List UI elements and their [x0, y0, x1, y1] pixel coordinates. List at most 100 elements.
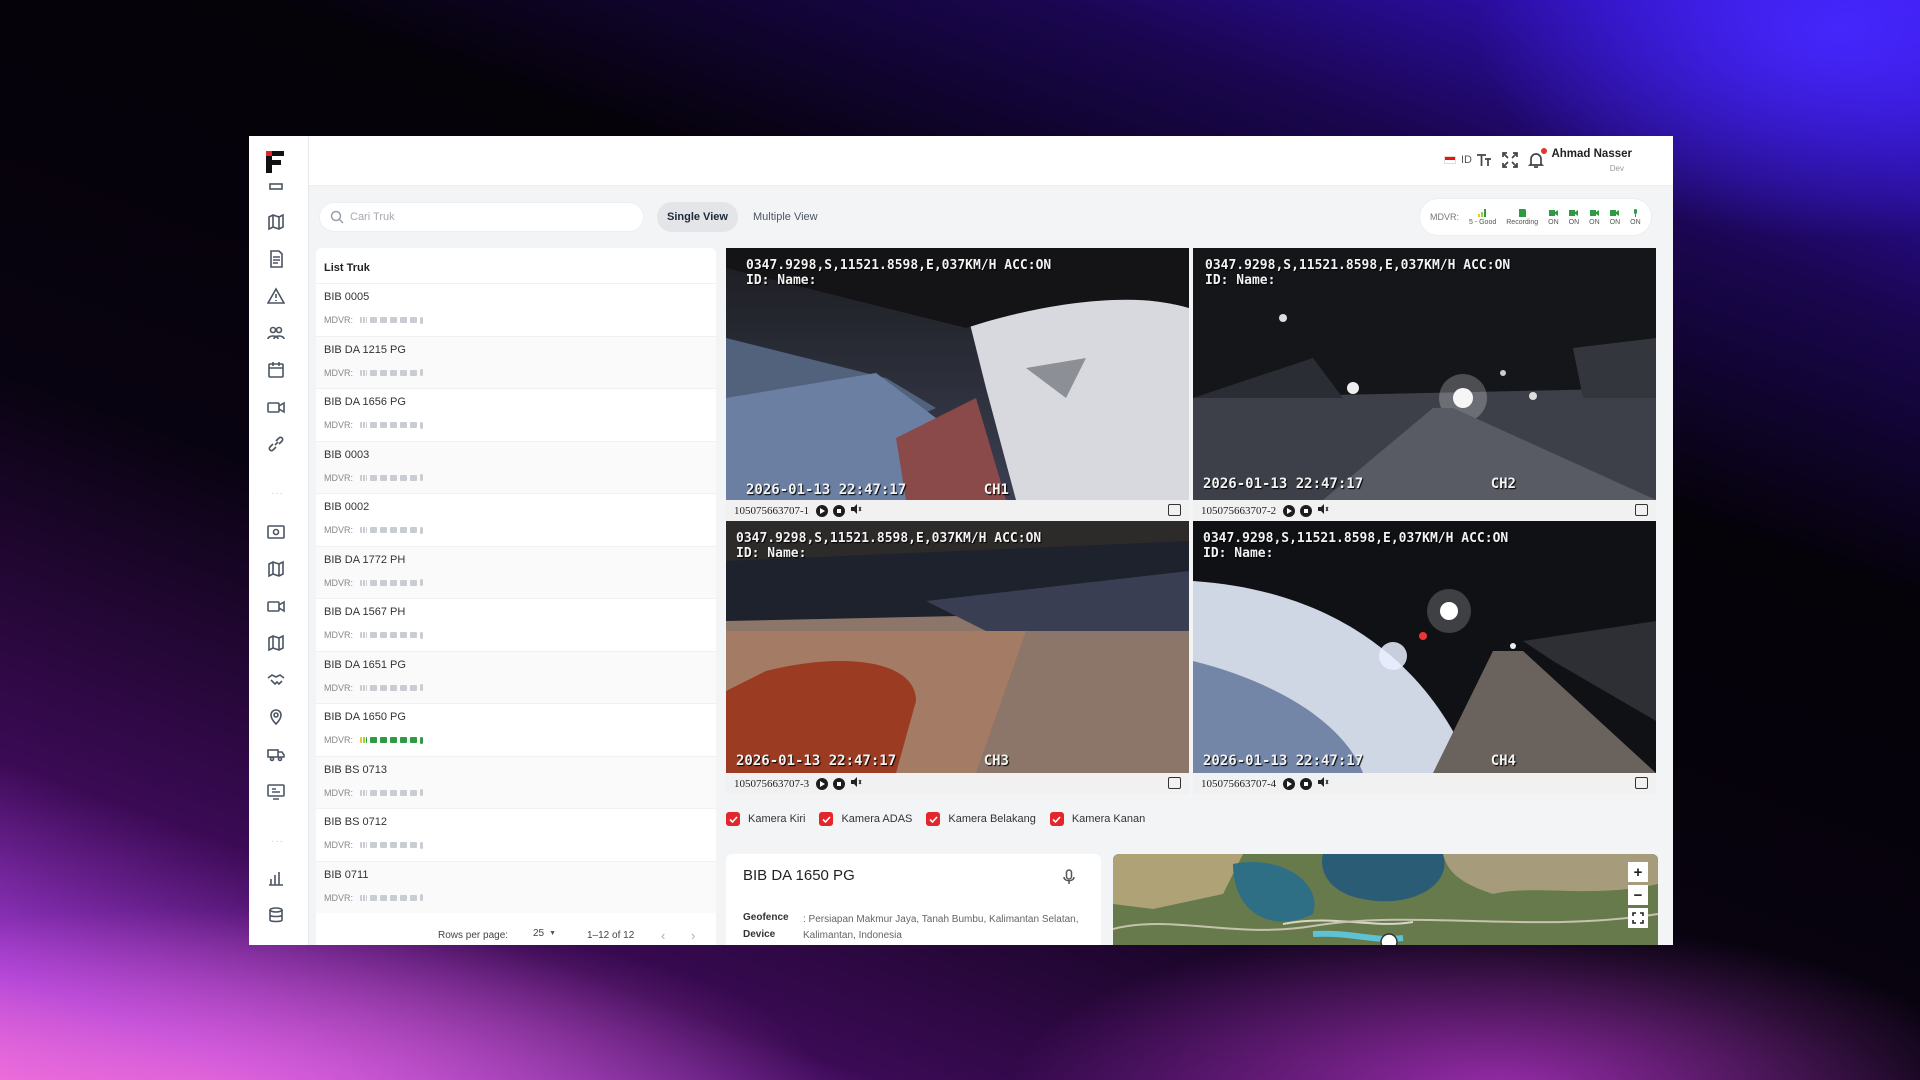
mute-icon[interactable]: [850, 775, 862, 793]
zoom-in-button[interactable]: +: [1628, 862, 1648, 882]
truck-list-item[interactable]: BIB 0002 MDVR:: [316, 493, 716, 545]
play-icon[interactable]: [1283, 777, 1296, 790]
truck-list-item[interactable]: BIB DA 1215 PG MDVR:: [316, 335, 716, 388]
users-icon[interactable]: [265, 322, 287, 344]
video-feed-ch2[interactable]: 0347.9298,S,11521.8598,E,037KM/H ACC:ON …: [1193, 248, 1656, 500]
truck-list-item[interactable]: BIB 0005 MDVR:: [316, 283, 716, 335]
truck-list-item[interactable]: BIB DA 1772 PH MDVR:: [316, 545, 716, 598]
microphone-icon: [420, 631, 423, 639]
stop-icon[interactable]: [1300, 504, 1313, 517]
video-feed-ch4[interactable]: 0347.9298,S,11521.8598,E,037KM/H ACC:ON …: [1193, 521, 1656, 773]
truck-icon[interactable]: [265, 743, 287, 765]
camera-icon: [380, 579, 387, 586]
truck-name: BIB DA 1215 PG: [324, 343, 406, 356]
partial-icon[interactable]: [265, 181, 287, 203]
mdvr-label: MDVR:: [324, 840, 353, 850]
video-cell-3[interactable]: 0347.9298,S,11521.8598,E,037KM/H ACC:ON …: [726, 521, 1189, 794]
truck-list-item[interactable]: BIB 0003 MDVR:: [316, 440, 716, 493]
monitor-icon[interactable]: [265, 780, 287, 802]
checkbox-checked-icon[interactable]: [819, 812, 834, 826]
truck-list-item[interactable]: BIB DA 1656 PG MDVR:: [316, 388, 716, 440]
truck-list-item[interactable]: BIB BS 0713 MDVR:: [316, 755, 716, 808]
zoom-out-button[interactable]: −: [1628, 885, 1648, 905]
search-box[interactable]: [319, 202, 644, 232]
map-fullscreen-icon[interactable]: [1628, 908, 1648, 928]
single-view-tab[interactable]: Single View: [657, 202, 738, 232]
camera-icon: [400, 527, 407, 533]
truck-list-item[interactable]: BIB BS 0712 MDVR:: [316, 808, 716, 860]
user-name[interactable]: Ahmad Nasser: [1532, 148, 1632, 160]
truck-mdvr-status: MDVR:: [324, 315, 423, 325]
camera-icon: [390, 894, 397, 901]
toggle-kamera-adas[interactable]: Kamera ADAS: [819, 812, 912, 826]
stop-icon[interactable]: [1300, 777, 1313, 790]
map-alt-icon[interactable]: [265, 558, 287, 580]
calendar-icon[interactable]: [265, 359, 287, 381]
map-icon[interactable]: [265, 211, 287, 233]
mute-icon[interactable]: [1317, 502, 1329, 520]
video-feed-ch3[interactable]: 0347.9298,S,11521.8598,E,037KM/H ACC:ON …: [726, 521, 1189, 773]
rows-per-page-select[interactable]: 25 ▼: [533, 928, 556, 939]
stop-icon[interactable]: [833, 777, 846, 790]
mute-icon[interactable]: [850, 502, 862, 520]
language-switcher[interactable]: ID: [1444, 154, 1472, 166]
search-input[interactable]: [350, 211, 630, 223]
checkbox-checked-icon[interactable]: [926, 812, 941, 826]
checkbox-checked-icon[interactable]: [1049, 812, 1064, 826]
warning-icon[interactable]: [265, 285, 287, 307]
map-view[interactable]: + −: [1113, 854, 1658, 945]
location-pin-icon[interactable]: [265, 706, 287, 728]
toggle-kamera-belakang[interactable]: Kamera Belakang: [926, 812, 1036, 826]
video-camera-icon[interactable]: [265, 396, 287, 418]
stop-icon[interactable]: [833, 504, 846, 517]
play-icon[interactable]: [816, 504, 829, 517]
snapshot-icon[interactable]: [1168, 777, 1181, 789]
camera-icon: [390, 789, 397, 796]
toggle-kamera-kiri[interactable]: Kamera Kiri: [726, 812, 805, 826]
snapshot-icon[interactable]: [1635, 777, 1648, 789]
play-icon[interactable]: [1283, 504, 1296, 517]
multiple-view-tab[interactable]: Multiple View: [743, 202, 828, 232]
sd-card-icon: [1518, 208, 1526, 217]
mute-icon[interactable]: [1317, 775, 1329, 793]
database-icon[interactable]: [265, 904, 287, 926]
id-card-icon[interactable]: [265, 521, 287, 543]
video-cell-1[interactable]: 0347.9298,S,11521.8598,E,037KM/H ACC:ON …: [726, 248, 1189, 521]
route-map-icon[interactable]: [265, 632, 287, 654]
video-channel-ch1: CH1: [983, 482, 1009, 498]
sd-card-icon: [370, 527, 377, 533]
play-icon[interactable]: [816, 777, 829, 790]
truck-mdvr-status: MDVR:: [324, 420, 423, 430]
bar-chart-icon[interactable]: [265, 867, 287, 889]
document-icon[interactable]: [265, 248, 287, 270]
video-osd-ch2: 0347.9298,S,11521.8598,E,037KM/H ACC:ON …: [1205, 258, 1511, 288]
camera-icon: [400, 894, 407, 901]
truck-list-item[interactable]: BIB DA 1567 PH MDVR:: [316, 598, 716, 650]
camera-icon: [380, 317, 387, 323]
channel-3-status: ON: [1589, 209, 1600, 226]
checkbox-checked-icon[interactable]: [726, 812, 740, 826]
camera-icon[interactable]: [265, 595, 287, 617]
device-id-ch1: 105075663707-1: [734, 504, 810, 517]
truck-list-item[interactable]: BIB DA 1650 PG MDVR:: [316, 703, 716, 755]
text-size-icon[interactable]: [1475, 151, 1493, 169]
microphone-icon[interactable]: [1063, 869, 1075, 890]
truck-list-item[interactable]: BIB 0711 MDVR:: [316, 860, 716, 913]
next-page-icon[interactable]: ›: [691, 928, 695, 943]
video-cell-2[interactable]: 0347.9298,S,11521.8598,E,037KM/H ACC:ON …: [1193, 248, 1656, 521]
toggle-kamera-kanan[interactable]: Kamera Kanan: [1049, 812, 1145, 826]
microphone-status: ON: [1630, 208, 1641, 226]
camera-on-icon: [1569, 209, 1579, 216]
fullscreen-icon[interactable]: [1501, 151, 1519, 169]
link-icon[interactable]: [265, 433, 287, 455]
app-logo[interactable]: [259, 146, 291, 178]
camera-icon: [380, 684, 387, 691]
truck-list-item[interactable]: BIB DA 1651 PG MDVR:: [316, 650, 716, 703]
video-cell-4[interactable]: 0347.9298,S,11521.8598,E,037KM/H ACC:ON …: [1193, 521, 1656, 794]
handshake-icon[interactable]: [265, 669, 287, 691]
snapshot-icon[interactable]: [1168, 504, 1181, 516]
video-controls-ch4: 105075663707-4: [1193, 773, 1656, 794]
video-feed-ch1[interactable]: 0347.9298,S,11521.8598,E,037KM/H ACC:ON …: [726, 248, 1189, 500]
previous-page-icon[interactable]: ‹: [661, 928, 665, 943]
snapshot-icon[interactable]: [1635, 504, 1648, 516]
